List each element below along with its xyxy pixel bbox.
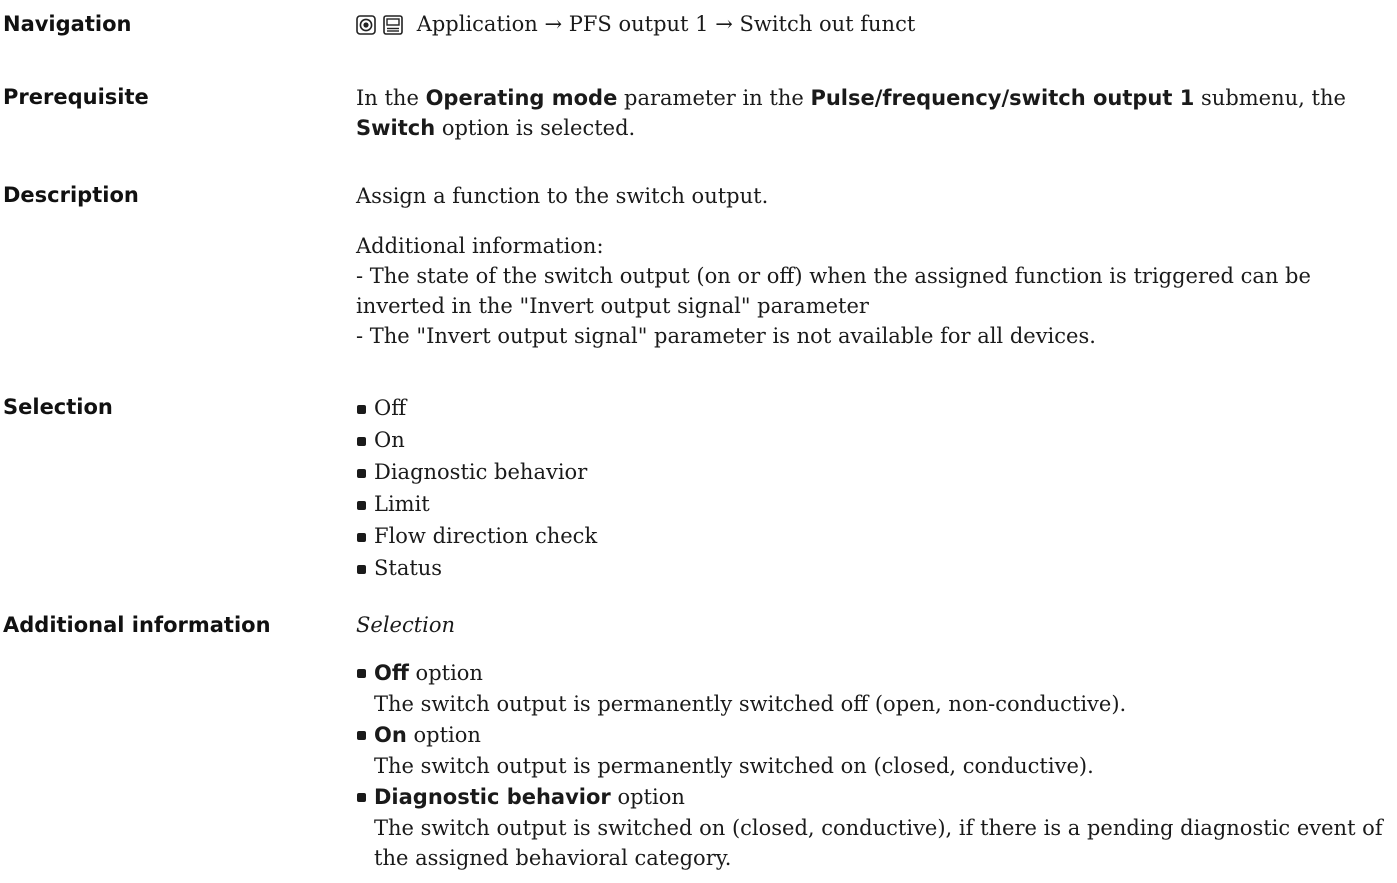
selection-option: Off: [356, 392, 1386, 424]
navigation-path: Application → PFS output 1 → Switch out …: [356, 10, 1386, 40]
selection-option: Flow direction check: [356, 520, 1386, 552]
selection-option: Status: [356, 552, 1386, 584]
option-name: Diagnostic behavior: [374, 785, 611, 809]
description-line: - The state of the switch output (on or …: [356, 264, 1311, 288]
text-fragment: option is selected.: [435, 116, 636, 140]
operation-icon: [356, 14, 376, 35]
selection-label: Selection: [3, 395, 113, 419]
navigation-path-text: Application → PFS output 1 → Switch out …: [416, 12, 916, 36]
option-suffix: option: [610, 785, 685, 809]
description-additional-heading: Additional information:: [356, 234, 604, 258]
submenu-name: Pulse/frequency/switch output 1: [810, 86, 1195, 110]
additional-information-label: Additional information: [3, 613, 271, 637]
description-text: Assign a function to the switch output. …: [356, 181, 1386, 351]
list-item: Off option The switch output is permanen…: [356, 657, 1386, 719]
prerequisite-label: Prerequisite: [3, 85, 149, 109]
item-description: The switch output is permanently switche…: [374, 754, 1094, 778]
selection-list: Off On Diagnostic behavior Limit Flow di…: [356, 392, 1386, 584]
prerequisite-text: In the Operating mode parameter in the P…: [356, 83, 1386, 143]
description-label: Description: [3, 183, 139, 207]
selection-option: Diagnostic behavior: [356, 456, 1386, 488]
text-fragment: submenu, the: [1194, 86, 1346, 110]
item-heading: On option: [374, 719, 1386, 751]
description-line: - The "Invert output signal" parameter i…: [356, 324, 1096, 348]
display-icon: [382, 14, 403, 35]
option-name: Off: [374, 661, 409, 685]
selection-option: Limit: [356, 488, 1386, 520]
text-fragment: parameter in the: [617, 86, 811, 110]
list-item: Diagnostic behavior option The switch ou…: [356, 781, 1386, 873]
selection-option: On: [356, 424, 1386, 456]
parameter-name: Operating mode: [425, 86, 618, 110]
option-suffix: option: [406, 723, 481, 747]
additional-information-list: Off option The switch output is permanen…: [356, 657, 1386, 873]
item-description: The switch output is switched on (closed…: [374, 816, 1383, 870]
item-heading: Off option: [374, 657, 1386, 689]
navigation-label: Navigation: [3, 12, 132, 36]
additional-information-subheading: Selection: [356, 613, 456, 637]
item-description: The switch output is permanently switche…: [374, 692, 1127, 716]
text-fragment: In the: [356, 86, 426, 110]
option-name: On: [374, 723, 407, 747]
option-name: Switch: [356, 116, 436, 140]
selection-list-container: Off On Diagnostic behavior Limit Flow di…: [356, 392, 1386, 584]
description-line: Assign a function to the switch output.: [356, 184, 769, 208]
option-suffix: option: [408, 661, 483, 685]
additional-information-content: Selection Off option The switch output i…: [356, 611, 1386, 873]
navigation-icons: [356, 9, 403, 38]
description-line: inverted in the "Invert output signal" p…: [356, 294, 869, 318]
list-item: On option The switch output is permanent…: [356, 719, 1386, 781]
item-heading: Diagnostic behavior option: [374, 781, 1386, 813]
